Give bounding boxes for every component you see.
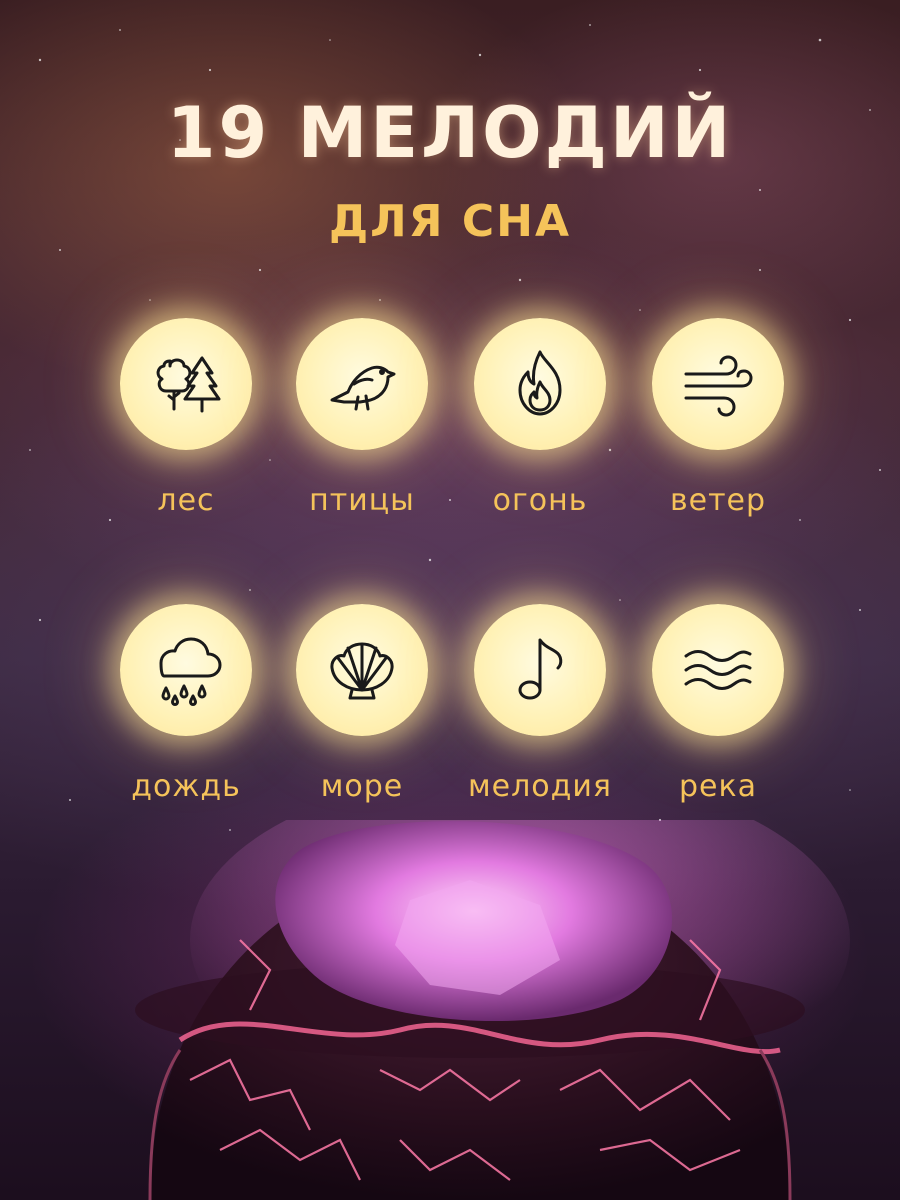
icon-circle: [474, 604, 606, 736]
icon-circle: [474, 318, 606, 450]
icon-circle: [296, 604, 428, 736]
music-note-icon: [518, 638, 563, 700]
sound-item-forest: лес: [96, 318, 276, 518]
sound-grid: лес птицы огонь ветер дождь море мелодия…: [0, 0, 900, 830]
wind-icon: [684, 355, 753, 417]
product-banner: 19 МЕЛОДИЙ ДЛЯ СНА лес птицы огонь ветер…: [0, 0, 900, 1200]
sound-label: дождь: [131, 769, 241, 804]
icon-circle: [296, 318, 428, 450]
icon-circle: [652, 318, 784, 450]
fire-icon: [518, 350, 562, 416]
sound-item-wind: ветер: [628, 318, 808, 518]
waves-icon: [684, 650, 752, 690]
dino-egg-lamp-illustration: [135, 820, 850, 1200]
sound-item-fire: огонь: [450, 318, 630, 518]
forest-icon: [156, 356, 221, 413]
seashell-icon: [330, 642, 394, 700]
sound-item-rain: дождь: [96, 604, 276, 804]
bird-icon: [330, 365, 396, 411]
rain-cloud-icon: [159, 637, 222, 706]
icon-circle: [120, 604, 252, 736]
sound-item-melody: мелодия: [450, 604, 630, 804]
sound-label: птицы: [309, 483, 415, 518]
sound-label: море: [320, 769, 404, 804]
sound-label: мелодия: [468, 769, 612, 804]
sound-label: огонь: [492, 483, 588, 518]
sound-item-sea: море: [272, 604, 452, 804]
sound-label: ветер: [669, 483, 767, 518]
icon-circle: [652, 604, 784, 736]
sound-item-birds: птицы: [272, 318, 452, 518]
sound-label: река: [678, 769, 757, 804]
sound-item-river: река: [628, 604, 808, 804]
sound-label: лес: [157, 483, 215, 518]
icon-circle: [120, 318, 252, 450]
